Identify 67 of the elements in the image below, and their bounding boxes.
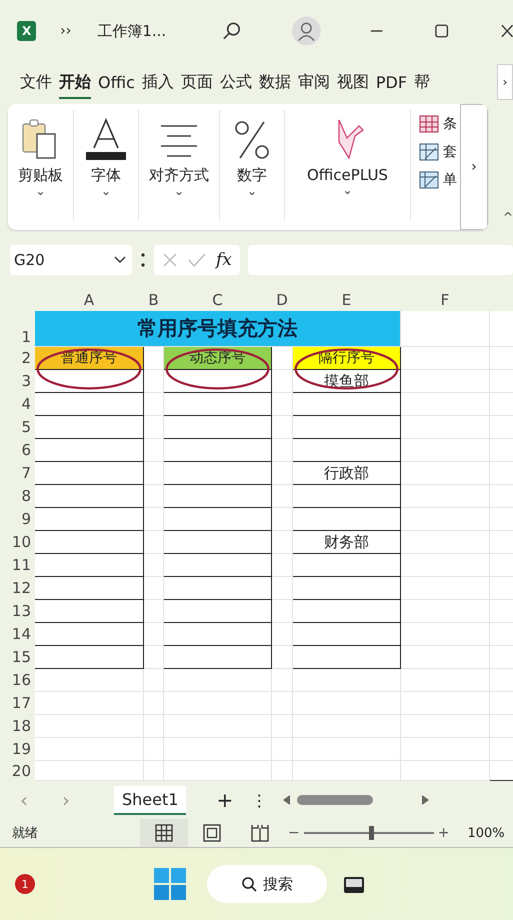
ribbon-tab[interactable]: 审阅 — [298, 66, 330, 98]
ribbon-scroll-button[interactable]: › — [460, 104, 488, 230]
ribbon-tab[interactable]: 文件 — [20, 66, 52, 98]
ribbon-tab[interactable]: 视图 — [336, 66, 369, 98]
sheet-tab[interactable]: Sheet1 — [114, 786, 186, 814]
view-button[interactable] — [140, 819, 188, 847]
search-icon[interactable] — [221, 20, 242, 42]
conditional-format-icon[interactable] — [418, 114, 439, 134]
ribbon-tab[interactable]: Offic — [98, 66, 135, 98]
caret-icon[interactable]: ⌄ — [35, 185, 46, 197]
row-header[interactable]: 1 — [21, 328, 31, 346]
cell-style-icon[interactable] — [418, 170, 439, 190]
notification-badge[interactable]: 1 — [15, 874, 35, 894]
style-label[interactable]: 套 — [442, 143, 457, 161]
style-label[interactable]: 单 — [442, 171, 457, 189]
caret-icon[interactable]: ⌄ — [174, 185, 184, 197]
ribbon-tab[interactable]: 页面 — [180, 66, 213, 98]
scroll-right-button[interactable]: › — [497, 64, 513, 100]
caret-icon[interactable]: ⌄ — [342, 184, 352, 196]
avatar-icon[interactable] — [292, 16, 321, 46]
cell-text: 财务部 — [324, 532, 369, 550]
check-icon[interactable] — [188, 252, 206, 268]
page-break-icon — [251, 824, 269, 842]
font-color-icon[interactable] — [84, 118, 128, 162]
zoom-level[interactable]: 100% — [467, 826, 505, 840]
style-label[interactable]: 条 — [442, 115, 457, 133]
table-format-icon[interactable] — [418, 142, 439, 162]
title-cell: 常用序号填充方法 — [34, 310, 400, 346]
horizontal-scrollbar[interactable] — [281, 793, 432, 807]
taskbar-search[interactable]: 搜索 — [207, 865, 327, 903]
ribbon-tab[interactable]: 数据 — [258, 66, 291, 98]
caret-icon[interactable]: ⌄ — [100, 185, 112, 197]
grid-icon — [155, 824, 173, 842]
maximize-icon[interactable] — [434, 23, 450, 39]
group-label: 对齐方式 — [149, 166, 209, 185]
close-icon[interactable] — [501, 23, 513, 39]
zoom-out-button[interactable]: − — [288, 825, 300, 841]
ribbon-tab[interactable]: 帮 — [414, 66, 430, 98]
insert-function-button[interactable]: fx — [216, 250, 232, 270]
search-icon — [241, 876, 257, 892]
more-button[interactable]: ⋮ — [251, 790, 268, 810]
ribbon-tab[interactable]: 插入 — [142, 66, 174, 98]
window-title: 工作簿1... — [97, 22, 168, 40]
column-header[interactable]: F — [440, 290, 450, 308]
ribbon-tab[interactable]: 开始 — [59, 66, 91, 98]
page-icon — [203, 824, 221, 842]
ribbon-tab[interactable]: 公式 — [220, 66, 252, 98]
group-label: 字体 — [91, 166, 121, 185]
column-header[interactable]: E — [342, 290, 352, 308]
group-label: 剪贴板 — [18, 166, 63, 185]
add-sheet-button[interactable]: + — [216, 788, 234, 812]
windows-start-icon[interactable] — [153, 867, 187, 901]
excel-icon[interactable]: X — [17, 21, 36, 41]
caret-icon[interactable]: ⌄ — [246, 185, 258, 197]
column-header[interactable]: A — [84, 290, 94, 308]
ribbon-tab[interactable]: PDF — [376, 66, 408, 98]
collapse-ribbon-button[interactable]: ^ — [502, 210, 513, 224]
status-text: 就绪 — [12, 825, 39, 842]
cell-text: 行政部 — [324, 464, 369, 482]
column-header[interactable]: C — [212, 290, 223, 308]
group-label: 数字 — [237, 166, 267, 185]
group-label: OfficePLUS — [307, 166, 388, 184]
more-icon[interactable] — [140, 252, 146, 268]
name-box[interactable]: G20 — [10, 245, 132, 275]
formula-input[interactable] — [248, 245, 513, 275]
overflow-chevron[interactable]: ›› — [60, 23, 72, 39]
zoom-in-button[interactable]: + — [438, 825, 450, 841]
